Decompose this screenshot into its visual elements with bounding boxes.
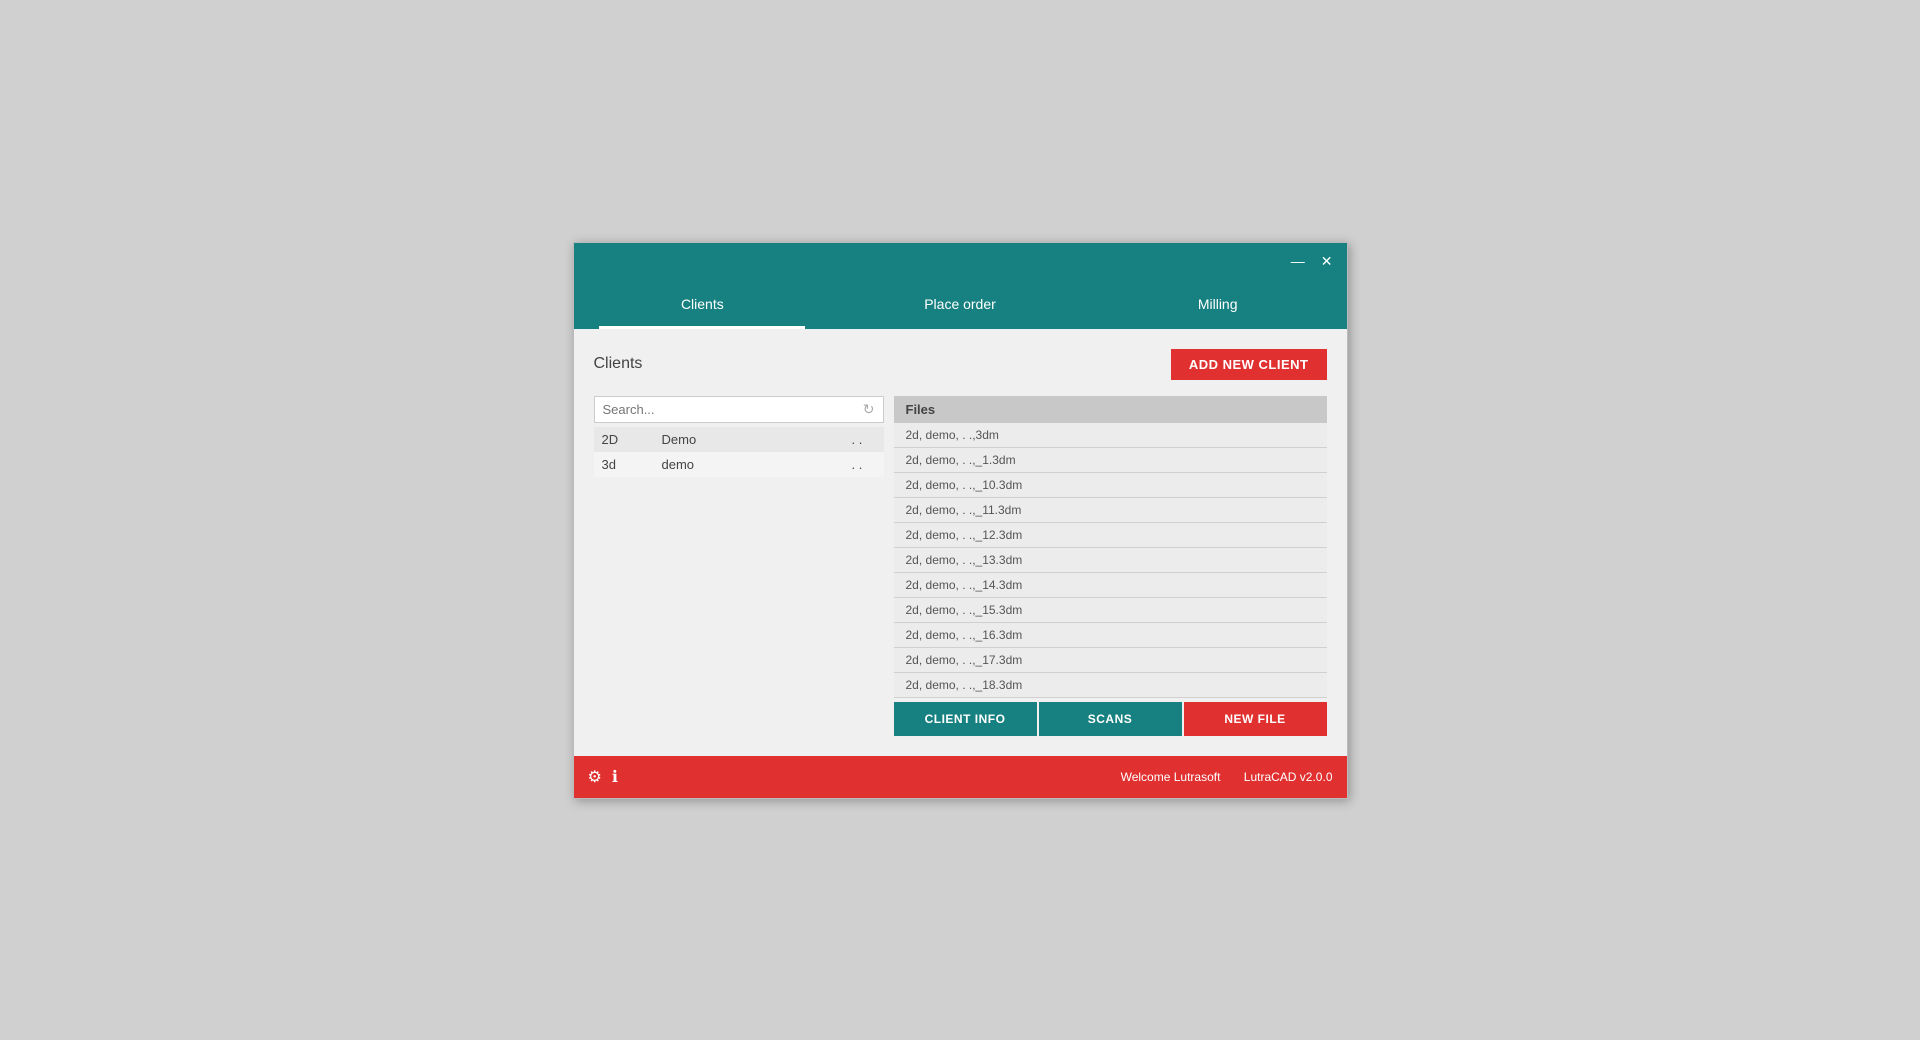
client-dots: . .: [844, 452, 884, 477]
title-bar-controls: — ✕: [1287, 252, 1337, 270]
info-icon[interactable]: ℹ: [612, 767, 618, 787]
bottom-buttons: CLIENT INFO SCANS NEW FILE: [894, 702, 1327, 736]
left-panel: ↻ 2D Demo . . 3d demo . .: [594, 396, 884, 736]
list-item[interactable]: 2d, demo, . .,_15.3dm: [894, 598, 1327, 623]
client-table: 2D Demo . . 3d demo . .: [594, 427, 884, 477]
close-button[interactable]: ✕: [1317, 252, 1337, 270]
refresh-icon[interactable]: ↻: [863, 401, 875, 418]
gear-icon[interactable]: ⚙: [588, 767, 602, 787]
page-title: Clients: [594, 355, 643, 373]
table-row[interactable]: 2D Demo . .: [594, 427, 884, 452]
list-item[interactable]: 2d, demo, . .,_13.3dm: [894, 548, 1327, 573]
client-dots: . .: [844, 427, 884, 452]
client-id: 3d: [594, 452, 654, 477]
list-item[interactable]: 2d, demo, . .,3dm: [894, 423, 1327, 448]
status-left: ⚙ ℹ: [588, 767, 618, 787]
tab-clients[interactable]: Clients: [574, 279, 832, 329]
client-id: 2D: [594, 427, 654, 452]
list-item[interactable]: 2d, demo, . .,_1.3dm: [894, 448, 1327, 473]
right-panel: Files 2d, demo, . .,3dm2d, demo, . .,_1.…: [894, 396, 1327, 736]
content-header: Clients ADD NEW CLIENT: [594, 349, 1327, 380]
search-input[interactable]: [603, 402, 863, 417]
app-window: — ✕ Clients Place order Milling Clients …: [573, 242, 1348, 799]
tab-place-order[interactable]: Place order: [831, 279, 1089, 329]
scans-button[interactable]: SCANS: [1039, 702, 1182, 736]
status-right: Welcome Lutrasoft LutraCAD v2.0.0: [1101, 770, 1333, 784]
files-list[interactable]: 2d, demo, . .,3dm2d, demo, . .,_1.3dm2d,…: [894, 423, 1327, 698]
files-header: Files: [894, 396, 1327, 423]
status-bar: ⚙ ℹ Welcome Lutrasoft LutraCAD v2.0.0: [574, 756, 1347, 798]
table-row[interactable]: 3d demo . .: [594, 452, 884, 477]
version-text: LutraCAD v2.0.0: [1244, 770, 1333, 784]
minimize-button[interactable]: —: [1287, 252, 1309, 270]
files-list-container: Files 2d, demo, . .,3dm2d, demo, . .,_1.…: [894, 396, 1327, 698]
list-item[interactable]: 2d, demo, . .,_11.3dm: [894, 498, 1327, 523]
client-name: demo: [654, 452, 844, 477]
search-bar: ↻: [594, 396, 884, 423]
list-item[interactable]: 2d, demo, . .,_18.3dm: [894, 673, 1327, 698]
title-bar: — ✕: [574, 243, 1347, 279]
welcome-text: Welcome Lutrasoft: [1121, 770, 1221, 784]
list-item[interactable]: 2d, demo, . .,_16.3dm: [894, 623, 1327, 648]
list-item[interactable]: 2d, demo, . .,_10.3dm: [894, 473, 1327, 498]
list-item[interactable]: 2d, demo, . .,_17.3dm: [894, 648, 1327, 673]
list-item[interactable]: 2d, demo, . .,_12.3dm: [894, 523, 1327, 548]
new-file-button[interactable]: NEW FILE: [1184, 702, 1327, 736]
content-area: Clients ADD NEW CLIENT ↻ 2D Demo . .: [574, 329, 1347, 756]
client-info-button[interactable]: CLIENT INFO: [894, 702, 1037, 736]
tab-milling[interactable]: Milling: [1089, 279, 1347, 329]
client-name: Demo: [654, 427, 844, 452]
nav-tabs: Clients Place order Milling: [574, 279, 1347, 329]
add-new-client-button[interactable]: ADD NEW CLIENT: [1171, 349, 1327, 380]
list-item[interactable]: 2d, demo, . .,_14.3dm: [894, 573, 1327, 598]
main-content: ↻ 2D Demo . . 3d demo . .: [594, 396, 1327, 736]
